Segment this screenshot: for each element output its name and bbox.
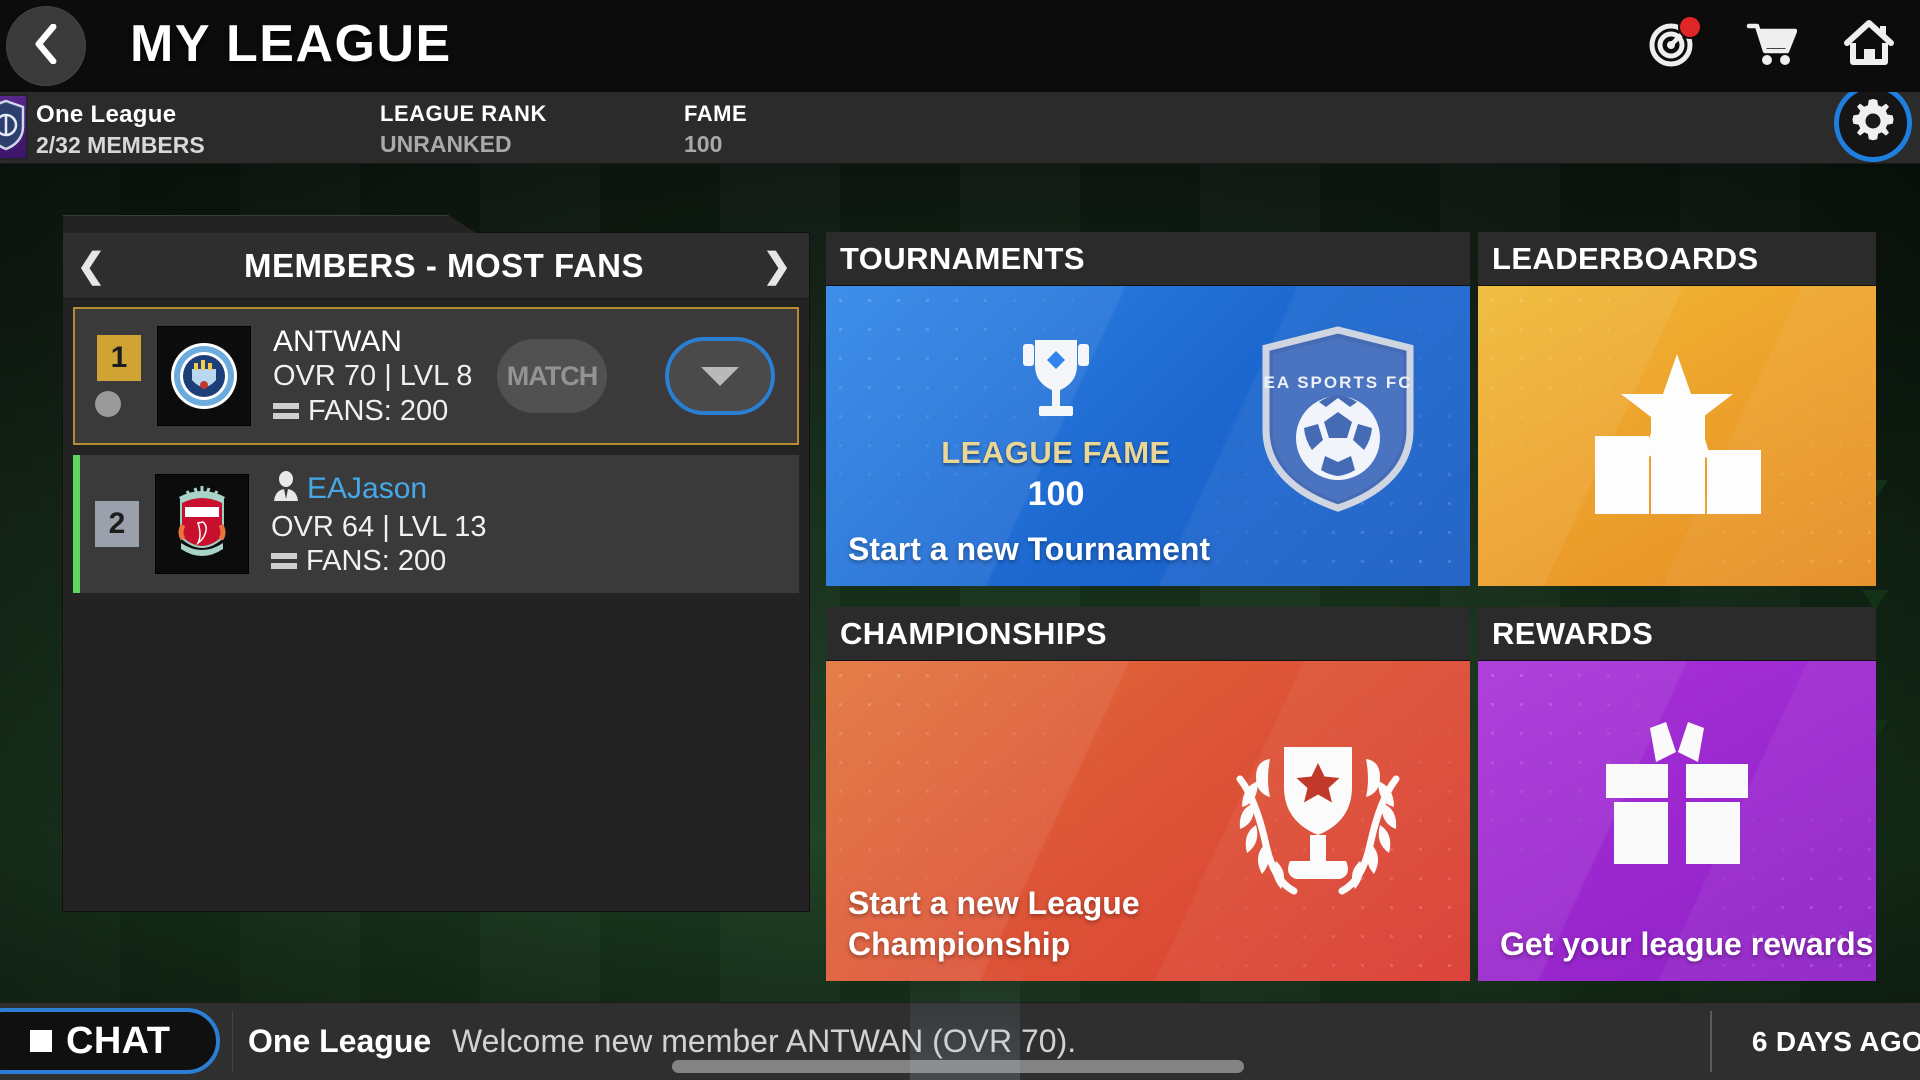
league-fame-block: FAME 100 (684, 101, 747, 158)
chat-scrollbar[interactable] (672, 1060, 1244, 1073)
liverpool-crest (155, 474, 249, 574)
league-rank-label: LEAGUE RANK (380, 101, 547, 126)
chevron-down-icon (701, 366, 739, 386)
home-icon (1843, 17, 1895, 74)
rewards-card-header: REWARDS (1478, 607, 1876, 661)
leader-accent-bar (73, 455, 80, 593)
shop-cart-button[interactable] (1742, 16, 1800, 74)
chat-league-name: One League (248, 1023, 432, 1059)
league-crest-icon (0, 99, 26, 156)
members-list: 1 ANTWAN OVR 70 | LVL 8 FANS: 200 MATCH … (63, 299, 809, 593)
chat-message: Welcome new member ANTWAN (OVR 70). (452, 1023, 1077, 1059)
member-rank: 1 (97, 335, 141, 381)
league-info-bar: One League 2/32 MEMBERS LEAGUE RANK UNRA… (0, 84, 1920, 164)
page-title: MY LEAGUE (130, 15, 452, 73)
members-panel-header: ❮ MEMBERS - MOST FANS ❯ (63, 233, 809, 299)
league-fame-label: LEAGUE FAME (941, 435, 1171, 470)
members-tab-nub (63, 215, 478, 234)
members-next-button[interactable]: ❯ (749, 246, 805, 286)
back-button[interactable] (6, 6, 86, 86)
league-crest (0, 94, 28, 160)
chat-timestamp: 6 DAYS AGO (1751, 1025, 1920, 1057)
chevron-left-icon (29, 23, 63, 69)
status-dot-icon (95, 391, 121, 417)
gear-icon (1847, 95, 1899, 152)
objectives-target-button[interactable] (1644, 16, 1702, 74)
rewards-card-body[interactable]: Get your league rewards (1478, 661, 1876, 981)
league-fame-value: 100 (684, 131, 723, 157)
leaderboards-card[interactable]: LEADERBOARDS (1478, 232, 1876, 586)
chat-divider (232, 1011, 233, 1072)
svg-text:EA SPORTS FC: EA SPORTS FC (1264, 373, 1413, 392)
rewards-card[interactable]: REWARDS Get your league rewards (1478, 607, 1876, 981)
leaderboards-card-title: LEADERBOARDS (1492, 240, 1759, 276)
top-bar: MY LEAGUE (0, 0, 1920, 92)
chat-bubble-icon (30, 1030, 52, 1052)
top-icon-group (1644, 16, 1898, 74)
tournaments-card-header: TOURNAMENTS (826, 232, 1470, 286)
home-button[interactable] (1840, 16, 1898, 74)
league-members-count: 2/32 MEMBERS (36, 132, 205, 158)
league-settings-button[interactable] (1834, 84, 1912, 162)
championships-card-caption: Start a new League Championship (848, 885, 1140, 963)
member-rank: 2 (95, 501, 139, 547)
person-icon (271, 470, 301, 510)
notification-badge (1680, 17, 1700, 37)
championships-card-title: CHAMPIONSHIPS (840, 615, 1108, 651)
member-name: ANTWAN (273, 325, 402, 359)
league-fame-label: FAME (684, 101, 748, 126)
member-fans: FANS: 200 (308, 394, 449, 427)
league-rank-block: LEAGUE RANK UNRANKED (380, 101, 547, 158)
member-fans-row: FANS: 200 (271, 544, 487, 578)
member-fans: FANS: 200 (306, 545, 447, 578)
championships-card[interactable]: CHAMPIONSHIPS Start a new League Champio… (826, 607, 1470, 981)
fans-rank-icon (271, 553, 297, 570)
members-prev-button[interactable]: ❮ (63, 246, 119, 286)
chat-button-label: CHAT (66, 1019, 171, 1062)
championships-card-body[interactable]: Start a new League Championship (826, 661, 1470, 981)
rewards-card-title: REWARDS (1492, 615, 1654, 651)
shop-cart-icon (1745, 17, 1798, 74)
member-stats: OVR 64 | LVL 13 (271, 510, 487, 543)
league-fame-value: 100 (1027, 475, 1085, 513)
members-panel: ❮ MEMBERS - MOST FANS ❯ 1 ANTWAN OVR 70 … (62, 215, 810, 912)
rewards-card-caption: Get your league rewards (1500, 926, 1874, 963)
table-row[interactable]: 1 ANTWAN OVR 70 | LVL 8 FANS: 200 MATCH (73, 307, 799, 445)
member-stats: OVR 70 | LVL 8 (273, 360, 473, 393)
tournaments-card[interactable]: TOURNAMENTS LEAGUE FAME 100 EA SPORTS FC… (826, 232, 1470, 586)
leaderboards-card-header: LEADERBOARDS (1478, 232, 1876, 286)
member-expand-button[interactable] (665, 337, 775, 415)
tournaments-card-body[interactable]: LEAGUE FAME 100 EA SPORTS FC Start a new… (826, 286, 1470, 586)
manchester-city-crest (157, 326, 251, 426)
league-name-block: One League 2/32 MEMBERS (36, 101, 205, 159)
chat-bar: CHAT One League Welcome new member ANTWA… (0, 960, 1920, 1080)
chat-button[interactable]: CHAT (0, 1008, 220, 1074)
chat-time-divider (1710, 1011, 1712, 1072)
league-name: One League (36, 101, 177, 128)
league-rank-value: UNRANKED (380, 131, 512, 157)
tournaments-card-title: TOURNAMENTS (840, 240, 1085, 276)
trophy-icon (1017, 340, 1095, 428)
match-button[interactable]: MATCH (497, 339, 607, 413)
league-fame-block-card: LEAGUE FAME 100 (906, 334, 1206, 514)
leaderboards-card-body[interactable] (1478, 286, 1876, 586)
member-name-row: EAJason (271, 470, 487, 510)
table-row[interactable]: 2 EAJason OVR 64 | LVL 13 FANS: 200 (73, 455, 799, 593)
member-name: EAJason (307, 471, 428, 505)
member-fans-row: FANS: 200 (273, 394, 472, 428)
fans-rank-icon (273, 402, 299, 419)
members-panel-title: MEMBERS - MOST FANS (243, 246, 644, 284)
championships-card-header: CHAMPIONSHIPS (826, 607, 1470, 661)
tournaments-card-caption: Start a new Tournament (848, 531, 1211, 568)
